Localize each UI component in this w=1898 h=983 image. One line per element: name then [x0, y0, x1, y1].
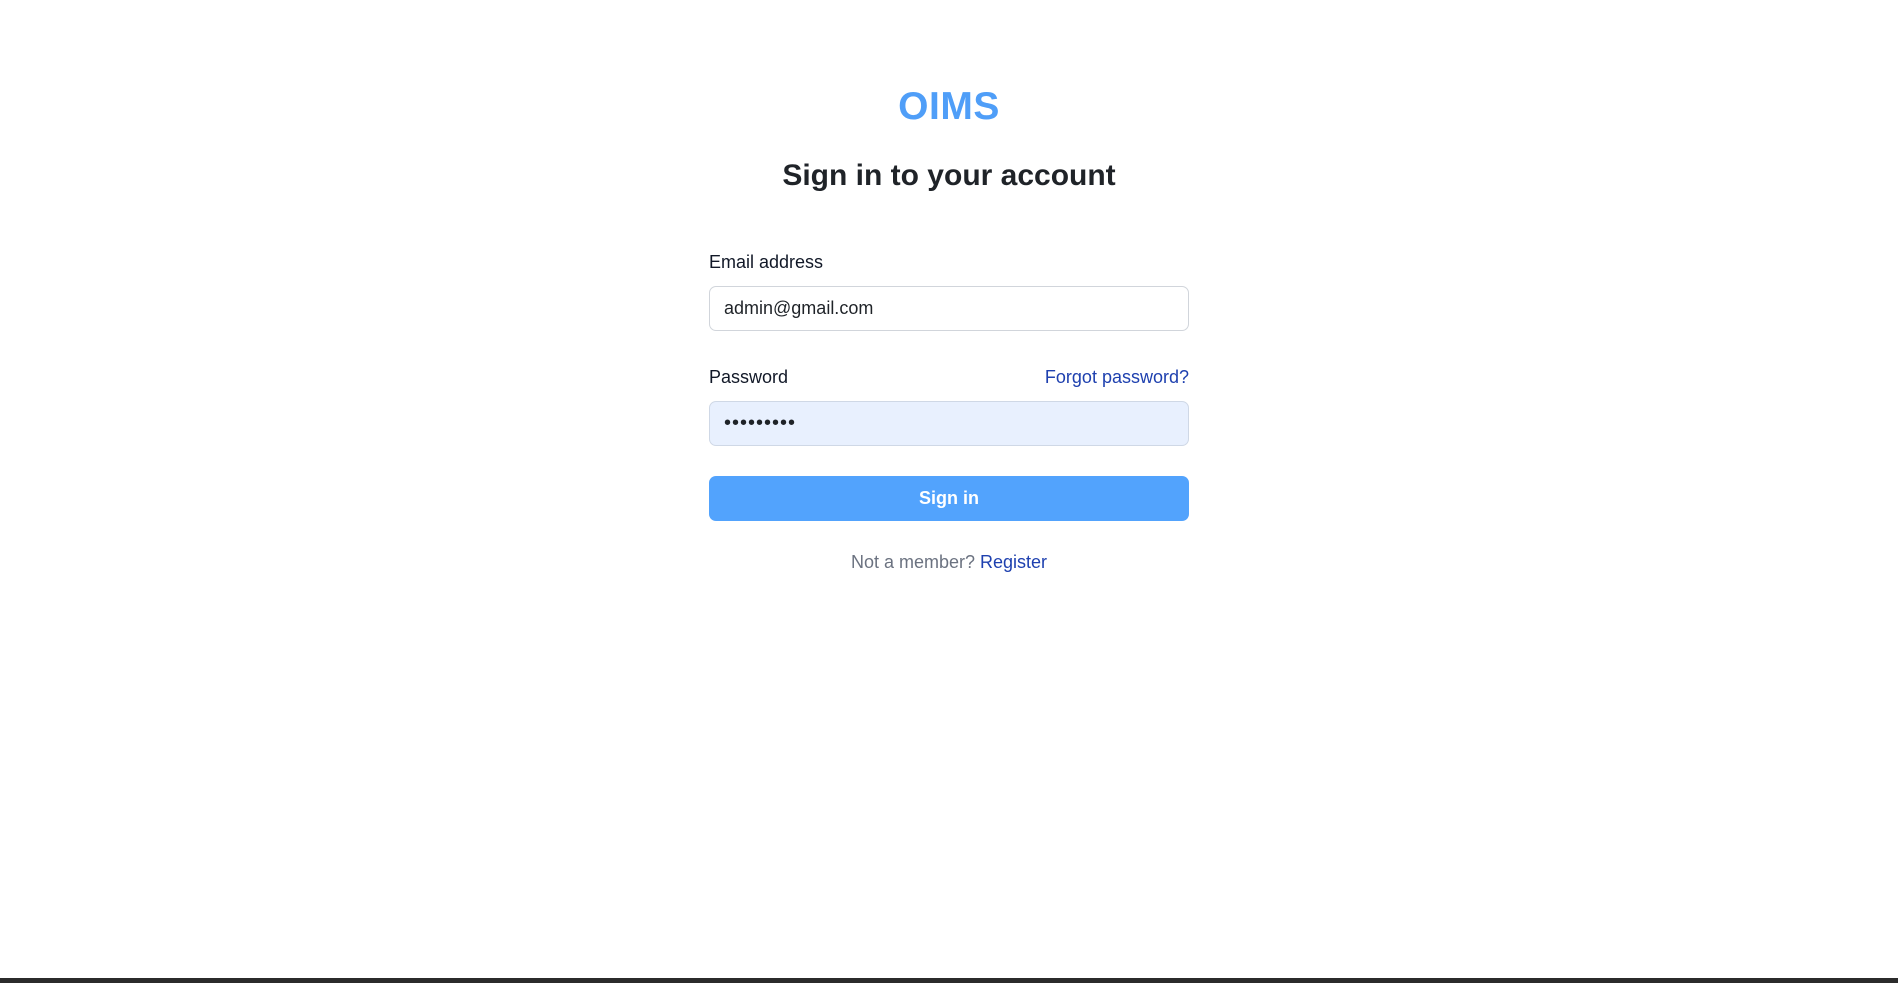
- sign-in-form: Email address Password Forgot password? …: [709, 250, 1189, 574]
- window-bottom-edge: [0, 978, 1898, 983]
- forgot-password-link[interactable]: Forgot password?: [1045, 365, 1189, 389]
- password-label: Password: [709, 367, 789, 387]
- brand-logo-text: OIMS: [898, 85, 1000, 128]
- login-page: OIMS Sign in to your account Email addre…: [0, 0, 1898, 983]
- password-field-group: Password Forgot password?: [709, 365, 1189, 446]
- email-field-group: Email address: [709, 250, 1189, 331]
- password-field[interactable]: [709, 401, 1189, 446]
- register-link[interactable]: Register: [980, 552, 1047, 572]
- register-prompt-text: Not a member?: [850, 552, 981, 572]
- email-label: Email address: [709, 252, 824, 272]
- password-label-row: Password Forgot password?: [709, 365, 1189, 389]
- email-field[interactable]: [709, 286, 1189, 331]
- sign-in-button[interactable]: Sign in: [709, 476, 1189, 521]
- page-title: Sign in to your account: [782, 159, 1116, 192]
- register-prompt-row: Not a member? Register: [709, 550, 1189, 574]
